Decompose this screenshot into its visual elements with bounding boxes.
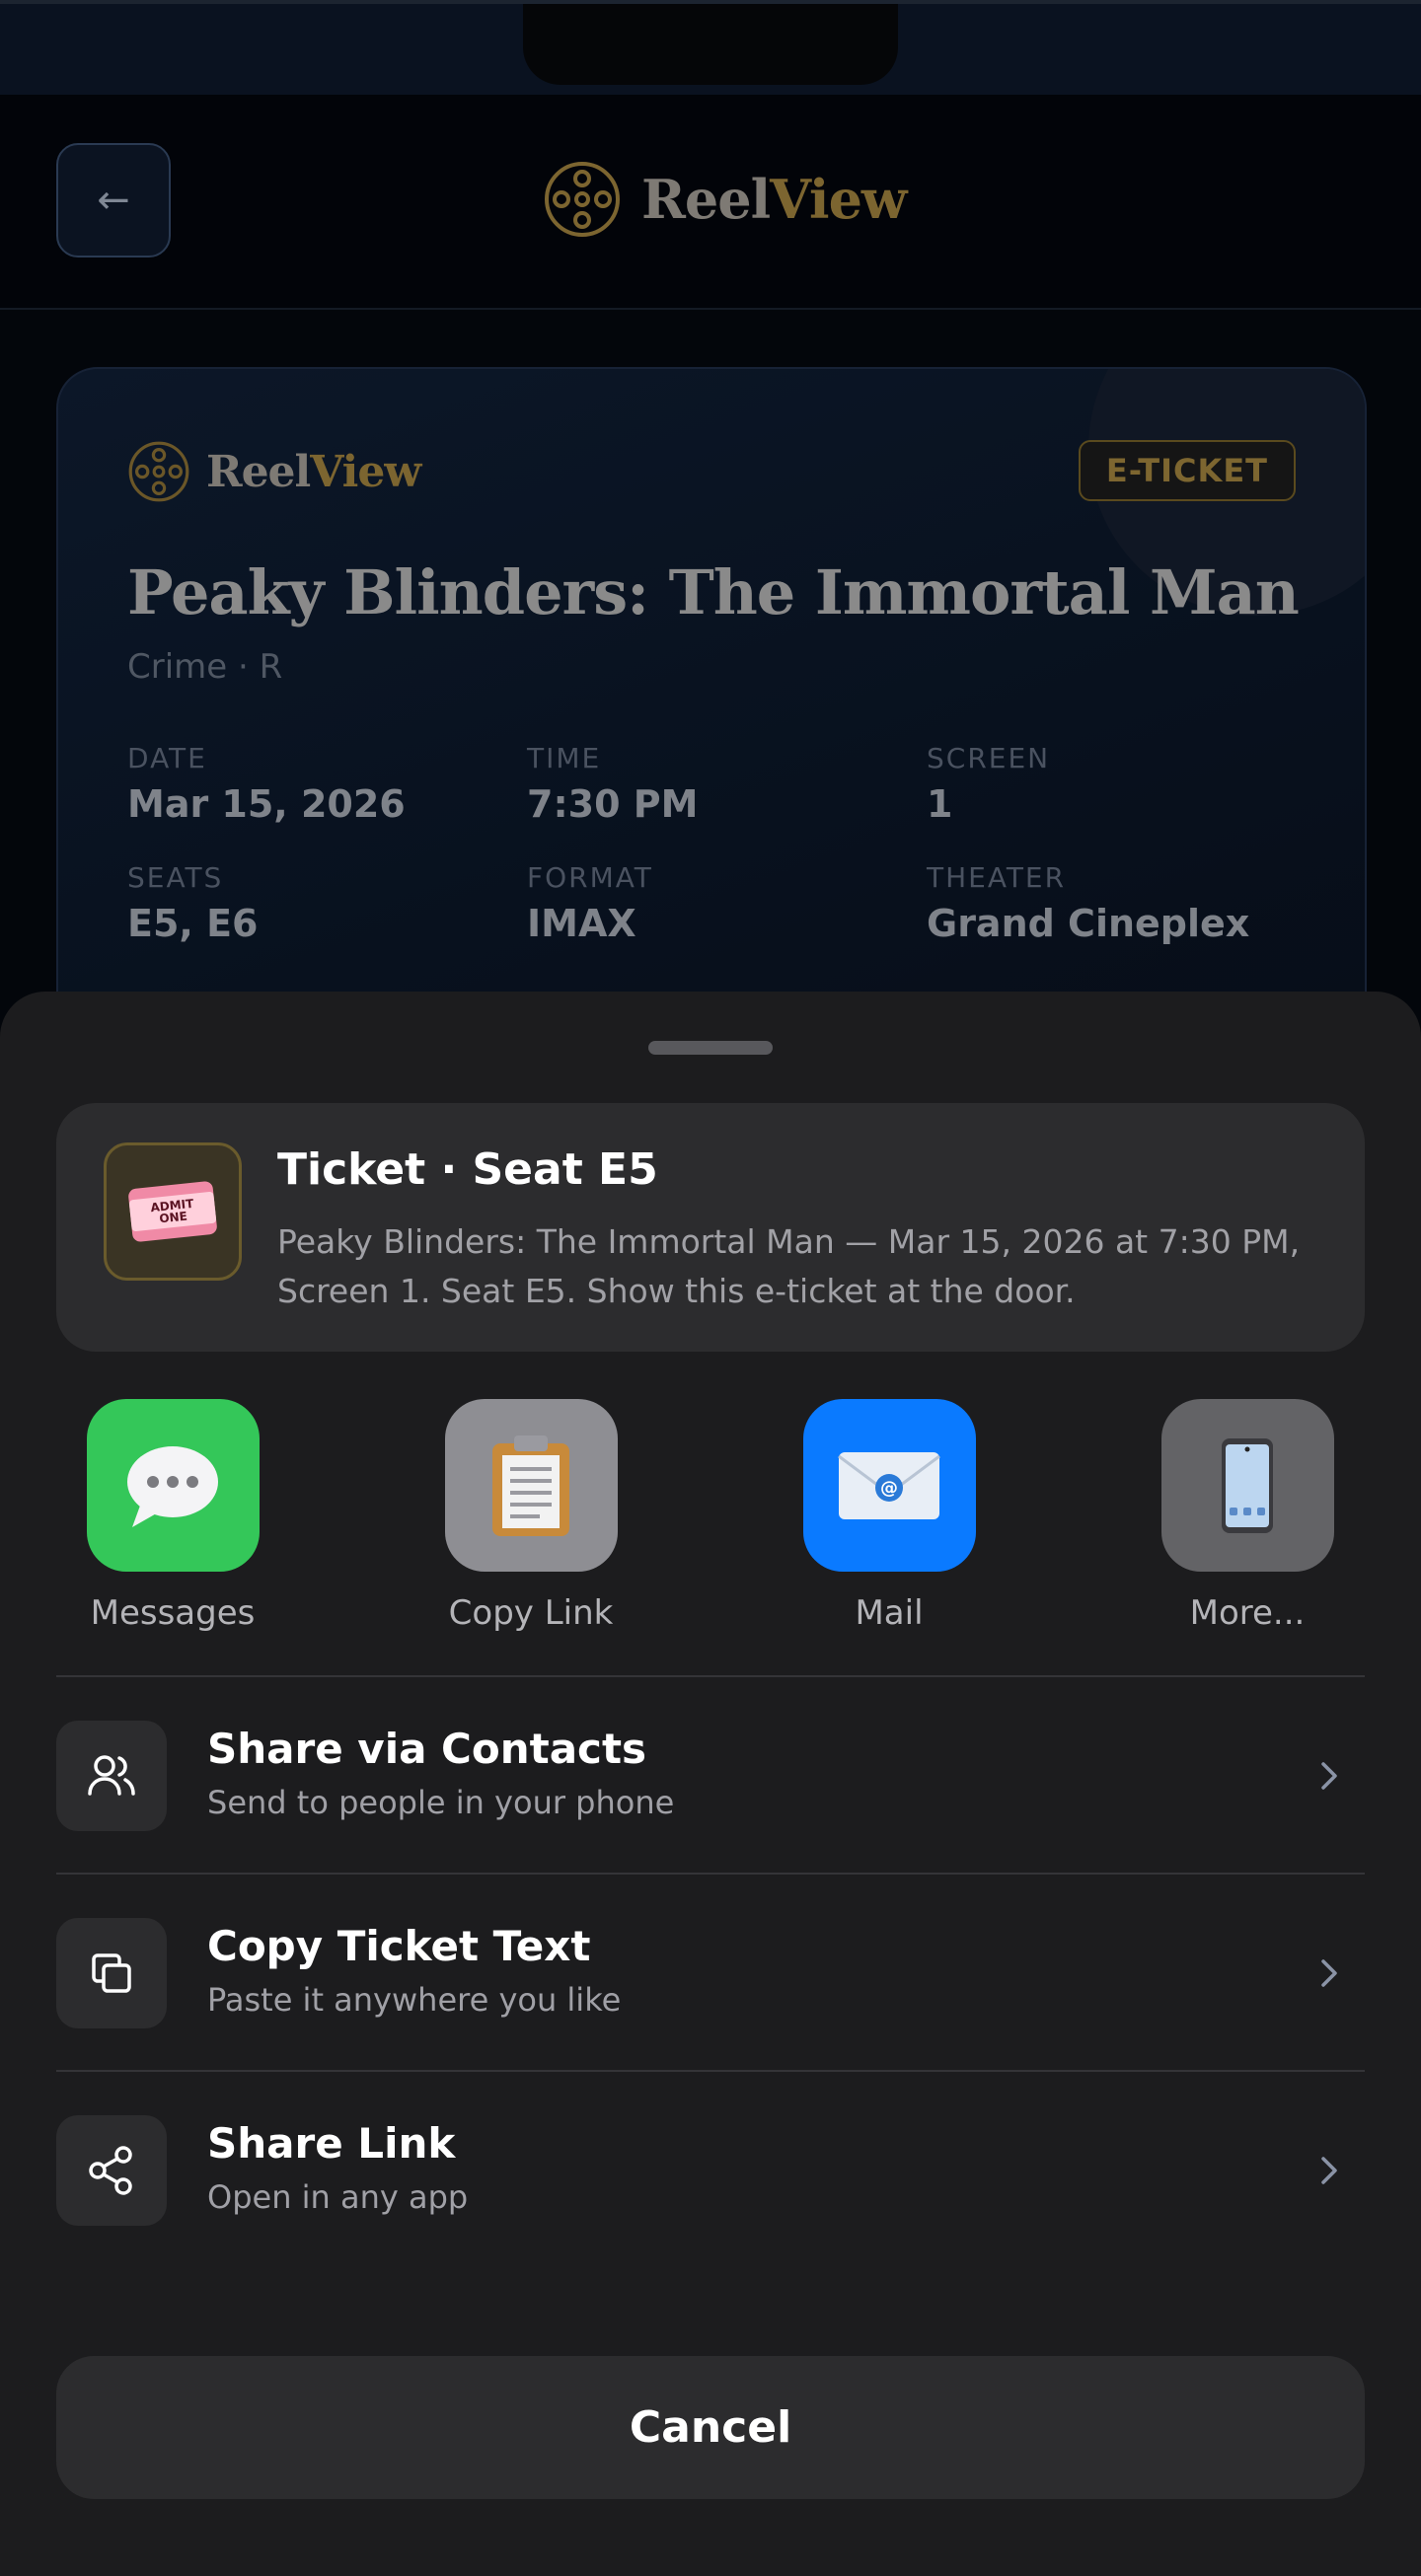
ticket-thumbnail: ADMIT ONE	[104, 1142, 242, 1281]
share-preview-card: ADMIT ONE Ticket · Seat E5 Peaky Blinder…	[56, 1103, 1365, 1352]
share-sheet: ADMIT ONE Ticket · Seat E5 Peaky Blinder…	[0, 992, 1421, 2576]
status-bar	[0, 0, 1421, 95]
film-reel-icon	[128, 441, 189, 502]
info-label: THEATER	[927, 861, 1067, 894]
share-icon	[56, 2115, 167, 2226]
brand-name: ReelView	[641, 168, 907, 231]
chevron-right-icon	[1306, 1752, 1353, 1800]
copy-icon	[56, 1918, 167, 2028]
chevron-right-icon	[1306, 1950, 1353, 1997]
share-app-more[interactable]: More...	[1134, 1399, 1361, 1633]
info-label: FORMAT	[527, 861, 653, 894]
info-cell: SCREEN 1	[927, 742, 1311, 826]
ticket-info-grid: DATE Mar 15, 2026 TIME 7:30 PM SCREEN 1 SEA…	[127, 742, 1311, 945]
action-subtitle: Send to people in your phone	[207, 1784, 675, 1821]
contacts-icon	[56, 1721, 167, 1831]
action-title: Share Link	[207, 2119, 456, 2168]
app-label: Messages	[90, 1593, 256, 1633]
admit-one-ticket-icon: ADMIT ONE	[127, 1180, 218, 1243]
share-apps-row: Messages Copy Link @ Mail More...	[0, 1399, 1421, 1656]
ticket-card: ReelView E-TICKET Peaky Blinders: The Im…	[56, 367, 1367, 1077]
back-button[interactable]: ←	[56, 143, 171, 258]
action-copy-ticket-text[interactable]: Copy Ticket Text Paste it anywhere you l…	[56, 1875, 1365, 2072]
app-label: Copy Link	[448, 1593, 614, 1633]
info-label: SCREEN	[927, 742, 1051, 774]
clipboard-icon	[444, 1399, 618, 1572]
ticket-logo: ReelView	[127, 440, 421, 503]
action-title: Copy Ticket Text	[207, 1922, 591, 1970]
info-value: Mar 15, 2026	[127, 782, 406, 826]
phone-icon	[1160, 1399, 1334, 1572]
cancel-button[interactable]: Cancel	[56, 2356, 1365, 2499]
preview-description: Peaky Blinders: The Immortal Man — Mar 1…	[277, 1222, 1301, 1310]
svg-text:@: @	[880, 1478, 898, 1499]
app-logo: ReelView	[543, 160, 907, 239]
app-label: Mail	[855, 1593, 924, 1633]
screen: ← ReelView ReelView E-TICKET Peaky Blind…	[0, 0, 1421, 2576]
action-title: Share via Contacts	[207, 1725, 647, 1773]
info-value: E5, E6	[127, 902, 259, 945]
movie-meta: Crime · R	[127, 647, 283, 687]
info-cell: DATE Mar 15, 2026	[127, 742, 527, 826]
sheet-drag-handle[interactable]	[648, 1041, 773, 1055]
info-value: 1	[927, 782, 953, 826]
app-bar: ← ReelView	[0, 95, 1421, 310]
eticket-badge: E-TICKET	[1078, 440, 1296, 501]
preview-title: Ticket · Seat E5	[277, 1144, 658, 1195]
back-arrow-icon: ←	[97, 178, 130, 223]
movie-title: Peaky Blinders: The Immortal Man	[127, 556, 1300, 628]
info-cell: FORMAT IMAX	[527, 861, 927, 945]
app-label: More...	[1189, 1593, 1306, 1633]
info-value: Grand Cineplex	[927, 902, 1250, 945]
brand-name: ReelView	[206, 446, 421, 497]
info-value: IMAX	[527, 902, 636, 945]
share-app-copy-link[interactable]: Copy Link	[417, 1399, 644, 1633]
action-share-contacts[interactable]: Share via Contacts Send to people in you…	[56, 1677, 1365, 1875]
camera-notch	[523, 4, 898, 85]
info-cell: TIME 7:30 PM	[527, 742, 927, 826]
action-share-link[interactable]: Share Link Open in any app	[56, 2072, 1365, 2269]
info-value: 7:30 PM	[527, 782, 699, 826]
info-label: DATE	[127, 742, 207, 774]
chevron-right-icon	[1306, 2147, 1353, 2194]
messages-icon	[86, 1399, 260, 1572]
info-cell: THEATER Grand Cineplex	[927, 861, 1311, 945]
mail-icon: @	[802, 1399, 976, 1572]
share-app-mail[interactable]: @ Mail	[776, 1399, 1003, 1633]
film-reel-icon	[545, 162, 620, 237]
action-subtitle: Open in any app	[207, 2178, 469, 2216]
action-subtitle: Paste it anywhere you like	[207, 1981, 622, 2019]
info-label: TIME	[527, 742, 602, 774]
info-cell: SEATS E5, E6	[127, 861, 527, 945]
info-label: SEATS	[127, 861, 224, 894]
share-app-messages[interactable]: Messages	[59, 1399, 286, 1633]
